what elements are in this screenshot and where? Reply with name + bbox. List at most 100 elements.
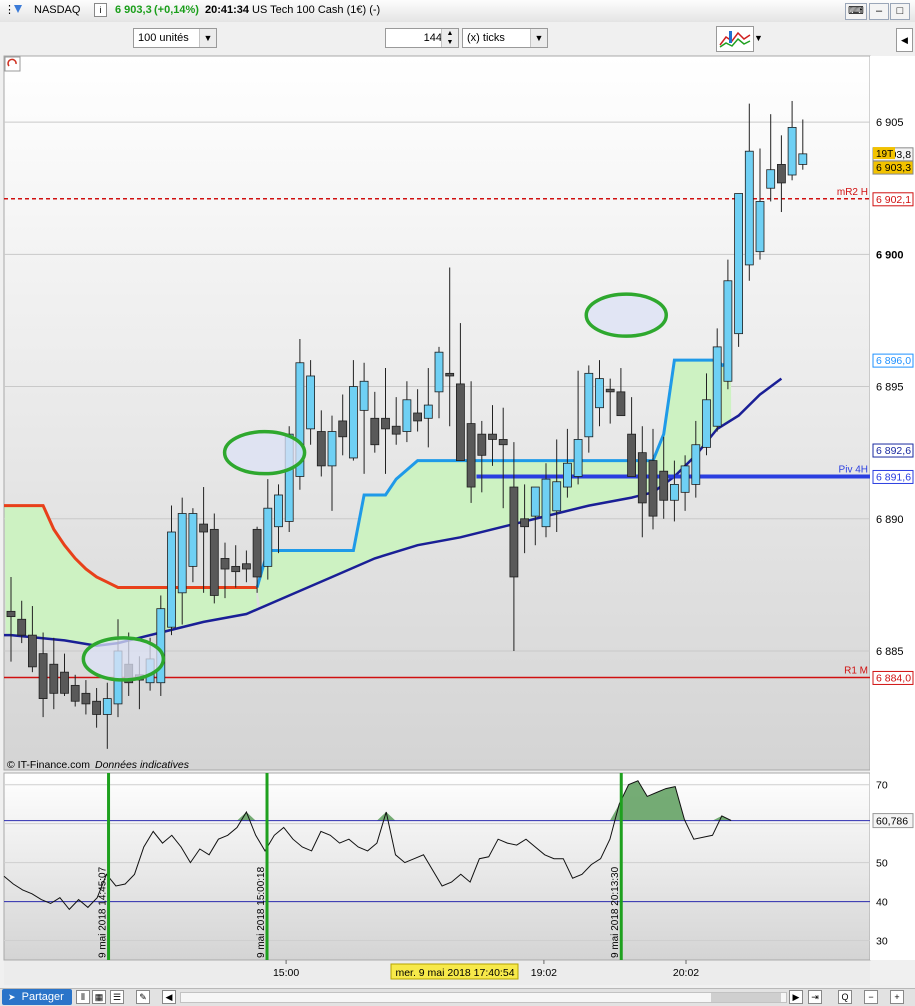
stepper-arrows-icon[interactable]: ▲ ▼ [441,29,458,47]
time-marker-label: 9 mai 2018 20:13:30 [610,866,621,958]
oscillator-plot-background [3,772,871,961]
candle-body [787,127,797,176]
candle-body [274,494,283,528]
candle-body [177,513,187,594]
level-name: Piv 4H [839,464,868,475]
side-panel-toggle-icon[interactable]: ◀ [896,28,913,52]
candle-body [648,460,658,517]
candle-body [17,618,27,636]
level-name: mR2 H [837,187,868,198]
keyboard-icon[interactable]: ⌨ [845,3,867,20]
candle-body [466,423,476,488]
candle-body [402,399,412,432]
candle-body [27,634,37,668]
chart-toolbar: 100 unités ▼ 144 ▲ ▼ (x) ticks ▼ ▼ ◀ [0,22,915,55]
last-price: 6 903,3 [115,4,152,16]
share-arrow-icon: ➤ [8,992,16,1002]
candle-body [49,663,59,694]
candle-body [81,692,91,705]
candle-body [595,378,604,409]
maximize-icon[interactable]: □ [890,3,910,20]
candle-body [659,470,669,501]
scroll-right-icon[interactable]: ▶ [789,990,803,1004]
level-price-label: 6 902,1 [876,194,911,206]
candle-body [231,565,241,573]
scroll-end-icon[interactable]: ⇥ [808,990,822,1004]
candle-body [6,610,16,618]
candle-body [252,528,262,578]
units-select[interactable]: 100 unités ▼ [133,28,217,48]
info-icon[interactable]: i [94,3,107,17]
osc-y-tick-label: 50 [876,858,888,870]
app-menu-icon[interactable]: ⋮ [4,3,15,16]
candle-body [92,700,101,715]
y-tick-label: 6 890 [876,514,904,526]
candle-body [766,169,776,189]
candle-body [798,153,808,165]
tools-icon[interactable]: ✎ [136,990,150,1004]
candle-body [552,481,562,512]
title-bar: ⋮ NASDAQ i 6 903,3 (+0,14%) 20:41:34 US … [0,0,915,23]
candle-body [477,433,487,456]
time-marker-label: 9 mai 2018 15:00:18 [256,866,267,958]
ticks-unit-value: (x) ticks [467,32,505,44]
minimize-icon[interactable]: – [869,3,889,20]
candle-body [670,483,679,501]
units-select-value: 100 unités [138,32,189,44]
candle-body [627,433,636,477]
chart-type-icon[interactable] [716,26,754,52]
time-marker-label: 9 mai 2018 14:45:07 [98,866,109,958]
candle-body [306,375,316,430]
candle-body [616,391,626,417]
ticks-stepper[interactable]: 144 ▲ ▼ [385,28,459,48]
tick-count-badge-label: 19T [876,149,893,160]
candle-body [541,478,551,528]
zoom-out-icon[interactable]: − [864,990,878,1004]
candle-body [38,653,48,700]
highlight-ellipse [222,429,307,476]
zoom-reset-icon[interactable]: Q [838,990,852,1004]
candle-body [605,388,615,393]
clock-time: 20:41:34 [205,4,250,16]
highlight-ellipse [584,292,668,338]
share-button-label: Partager [21,991,64,1003]
candle-body [70,684,80,702]
candle-body [381,417,390,430]
chart-type-glyph-icon [719,31,751,48]
horizontal-scrollbar[interactable] [180,992,787,1003]
highlight-ellipse [81,636,166,682]
zoom-in-icon[interactable]: + [890,990,904,1004]
candle-body [734,193,743,335]
chart-area[interactable]: 6 885 6 890 6 895 6 900 6 905 mR2 H 6 902,1 R1 … [0,54,915,988]
chart-type-dropdown-icon[interactable]: ▼ [754,33,763,43]
x-tick-label: 15:00 [273,967,299,979]
candle-body [102,698,112,715]
candle-body [584,372,594,438]
chevron-down-icon[interactable]: ▼ [530,29,547,47]
ticks-stepper-value: 144 [423,32,442,44]
scrollbar-thumb[interactable] [711,993,781,1002]
candle-body [702,399,711,448]
price-tag-label: 6 903,3 [876,162,911,174]
ticks-unit-select[interactable]: (x) ticks ▼ [462,28,548,48]
candle-body [413,412,423,422]
candle-body [530,486,540,517]
candle-body [348,386,358,459]
scroll-left-icon[interactable]: ◀ [162,990,176,1004]
candle-body [712,346,722,427]
y-tick-label: 6 905 [876,117,904,129]
osc-y-tick-label: 30 [876,936,888,948]
osc-reference-label: 60,786 [876,816,908,828]
level-name: R1 M [844,665,868,676]
share-button[interactable]: ➤ Partager [2,989,72,1005]
chevron-down-icon[interactable]: ▼ [199,29,216,47]
cursor-time-label: mer. 9 mai 2018 17:40:54 [395,967,514,979]
level-price-label: 6 884,0 [876,672,911,684]
chart-mode-icon[interactable]: ▦ [92,990,106,1004]
x-tick-label: 19:02 [531,967,557,979]
candles-icon[interactable]: ⦀ [76,990,90,1004]
price-change: (+0,14%) [154,4,199,16]
candle-body [316,431,326,467]
table-icon[interactable]: ☰ [110,990,124,1004]
dropdown-arrow-icon[interactable] [14,5,22,13]
